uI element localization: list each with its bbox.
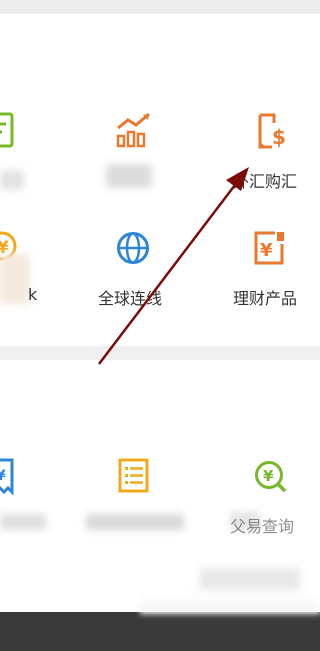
- blurred-label: [0, 254, 30, 304]
- svg-text:¥: ¥: [0, 468, 6, 484]
- yen-search-icon[interactable]: ¥: [254, 460, 288, 498]
- blurred-area: [140, 590, 320, 614]
- partial-label-left[interactable]: k: [28, 285, 37, 304]
- wealth-yen-icon[interactable]: ¥: [253, 230, 287, 270]
- transaction-query-label[interactable]: 父易查询: [230, 513, 294, 537]
- bar-chart-growth-icon[interactable]: [116, 112, 152, 152]
- wealth-products-label[interactable]: 理财产品: [233, 285, 297, 309]
- annotation-arrow: [98, 167, 249, 365]
- blurred-area: [200, 568, 300, 590]
- svg-text:¥: ¥: [260, 240, 273, 261]
- section-divider: [0, 346, 320, 360]
- globe-icon[interactable]: [116, 231, 150, 269]
- forex-purchase-label[interactable]: 外汇购汇: [233, 168, 297, 192]
- blurred-label: [0, 514, 46, 530]
- list-doc-icon[interactable]: [118, 458, 150, 498]
- blurred-label: [106, 164, 152, 188]
- global-connect-label[interactable]: 全球连线: [98, 285, 162, 309]
- blurred-label: [0, 170, 24, 190]
- phone-dollar-icon[interactable]: $: [252, 113, 288, 155]
- bottom-bar: [0, 612, 320, 651]
- svg-text:$: $: [272, 125, 286, 149]
- svg-text:¥: ¥: [263, 467, 274, 485]
- blurred-label: [86, 514, 184, 530]
- top-divider: [0, 0, 320, 14]
- document-icon[interactable]: [0, 112, 16, 154]
- receipt-icon[interactable]: ¥: [0, 458, 20, 500]
